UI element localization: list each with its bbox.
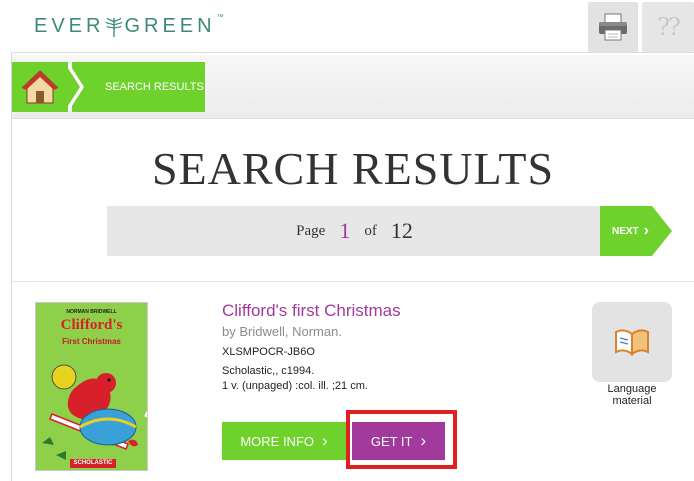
record-call-number: XLSMPOCR-JB6O — [222, 346, 315, 358]
format-label-line1: Language — [607, 383, 657, 395]
format-icon-box — [592, 302, 672, 382]
current-page: 1 — [339, 218, 351, 243]
breadcrumb-current-label: SEARCH RESULTS — [105, 81, 204, 93]
cover-publisher: SCHOLASTIC — [70, 459, 116, 468]
evergreen-logo: EVER GREEN ™ — [34, 8, 224, 38]
print-button[interactable] — [588, 2, 638, 52]
record-description: 1 v. (unpaged) :col. ill. ;21 cm. — [222, 380, 368, 392]
help-button[interactable]: ?? — [642, 2, 694, 52]
chevron-right-icon: › — [420, 431, 427, 450]
home-icon — [21, 70, 59, 104]
divider — [12, 281, 694, 282]
leaf-icon — [105, 16, 124, 38]
get-it-button[interactable]: GET IT › — [352, 422, 445, 460]
cover-title: Clifford's — [60, 317, 123, 333]
cover-subtitle: First Christmas — [62, 337, 121, 346]
help-icon: ?? — [657, 13, 681, 41]
book-cover[interactable]: NORMAN BRIDWELL Clifford's First Christm… — [35, 302, 148, 471]
trademark: ™ — [216, 14, 224, 21]
record-author: by Bridwell, Norman. — [222, 324, 342, 339]
page-title: SEARCH RESULTS — [151, 143, 555, 194]
breadcrumb-current: SEARCH RESULTS — [72, 62, 205, 112]
logo-text-green: GREEN — [124, 15, 216, 37]
breadcrumb-separator-inner — [64, 62, 80, 112]
more-info-button[interactable]: MORE INFO › — [222, 422, 346, 460]
pagination: Page 1 of 12 — [107, 206, 602, 256]
more-info-label: MORE INFO — [240, 433, 314, 449]
book-icon — [615, 329, 649, 356]
printer-icon — [599, 13, 627, 41]
chevron-right-icon: › — [643, 222, 649, 239]
of-label: of — [364, 222, 377, 239]
next-page-button[interactable]: NEXT › — [600, 206, 652, 256]
record-publisher: Scholastic,, c1994. — [222, 365, 315, 377]
get-it-label: GET IT — [370, 433, 413, 449]
format-label-line2: material — [612, 395, 652, 407]
next-arrow-tip[interactable] — [652, 206, 672, 256]
record-title-link[interactable]: Clifford's first Christmas — [222, 301, 401, 321]
page-label: Page — [296, 222, 326, 239]
cover-illustration — [42, 364, 147, 460]
home-button[interactable] — [12, 62, 68, 112]
cover-author: NORMAN BRIDWELL — [66, 309, 117, 315]
chevron-right-icon: › — [322, 431, 328, 450]
format-label: Language material — [582, 383, 682, 407]
next-label: NEXT — [612, 225, 639, 237]
logo-text-ever: EVER — [34, 15, 105, 37]
total-pages: 12 — [390, 218, 413, 243]
